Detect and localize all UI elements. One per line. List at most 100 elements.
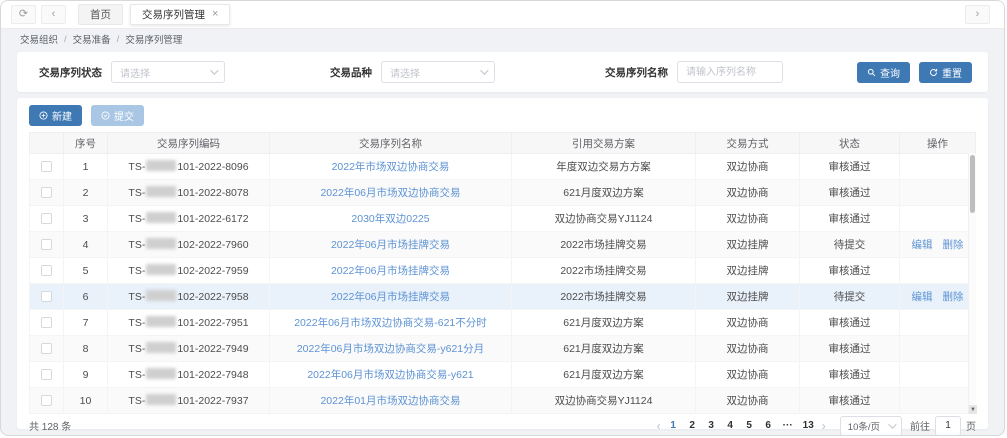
redacted-text [146,368,176,379]
status-select[interactable]: 请选择 [111,61,225,83]
breadcrumb-item[interactable]: 交易准备 [73,32,111,46]
row-checkbox[interactable] [41,343,52,354]
submit-button[interactable]: 提交 [91,105,144,126]
page-number[interactable]: 5 [745,420,754,431]
table-row: 10TS-101-2022-79372022年01月市场双边协商交易双边协商交易… [30,388,976,414]
table-row: 7TS-101-2022-79512022年06月市场双边协商交易-621不分时… [30,310,976,336]
sequence-name-link[interactable]: 2022年06月市场双边协商交易-y621 [307,369,473,381]
pagination: ‹ 123456···13 › 10条/页 前往 页 [657,416,976,436]
delete-link[interactable]: 删除 [943,239,964,251]
plan-cell: 621月度双边方案 [512,310,696,336]
variety-select[interactable]: 请选择 [381,61,495,83]
query-button[interactable]: 查询 [857,62,910,83]
page-number[interactable]: 13 [803,420,814,431]
page-size-select[interactable]: 10条/页 [840,416,902,436]
breadcrumb-item: 交易序列管理 [125,32,182,46]
close-icon[interactable]: × [212,9,218,20]
page-number[interactable]: 1 [669,420,678,431]
row-checkbox[interactable] [41,265,52,276]
plan-cell: 621月度双边方案 [512,180,696,206]
edit-link[interactable]: 编辑 [912,291,933,303]
row-index-cell: 3 [64,206,108,232]
sequence-name-link[interactable]: 2022年06月市场挂牌交易 [331,265,450,277]
row-checkbox-cell [30,180,64,206]
row-checkbox[interactable] [41,395,52,406]
scrollbar-thumb[interactable] [970,155,975,213]
sequence-name-cell: 2022年06月市场挂牌交易 [270,232,512,258]
refresh-button[interactable]: ⟳ [11,5,36,24]
table-header-row: 序号 交易序列编码 交易序列名称 引用交易方案 交易方式 状态 操作 [30,133,976,154]
redacted-text [146,290,176,301]
query-button-label: 查询 [880,65,900,80]
row-checkbox[interactable] [41,291,52,302]
operation-cell [900,154,976,180]
row-checkbox[interactable] [41,369,52,380]
redacted-text [146,212,176,223]
row-checkbox[interactable] [41,213,52,224]
table-row: 8TS-101-2022-79492022年06月市场双边协商交易-y621分月… [30,336,976,362]
page-number[interactable]: 2 [688,420,697,431]
plan-cell: 621月度双边方案 [512,336,696,362]
row-index-cell: 1 [64,154,108,180]
sequence-name-link[interactable]: 2022年06月市场双边协商交易-621不分时 [294,317,487,329]
row-checkbox-cell [30,284,64,310]
status-cell: 审核通过 [800,258,900,284]
sequence-code-cell: TS-101-2022-8078 [108,180,270,206]
sequence-name-link[interactable]: 2030年双边0225 [351,213,429,225]
sequence-code-cell: TS-102-2022-7960 [108,232,270,258]
prev-page-button[interactable]: ‹ [657,420,661,432]
status-cell: 待提交 [800,284,900,310]
header-status: 状态 [800,133,900,154]
vertical-scrollbar[interactable]: ▼ [968,153,976,414]
sequence-name-link[interactable]: 2022年06月市场双边协商交易-y621分月 [297,343,484,355]
plan-cell: 年度双边交易方方案 [512,154,696,180]
scroll-tabs-right-button[interactable]: › [965,5,990,24]
reset-button[interactable]: 重置 [919,62,972,83]
table-row: 5TS-102-2022-79592022年06月市场挂牌交易2022市场挂牌交… [30,258,976,284]
sequence-name-link[interactable]: 2022年06月市场双边协商交易 [320,187,460,199]
tab-home[interactable]: 首页 [78,4,123,25]
sequence-name-link[interactable]: 2022年01月市场双边协商交易 [320,395,460,407]
plan-cell: 621月度双边方案 [512,362,696,388]
redacted-text [146,342,176,353]
goto-page-input[interactable] [935,416,961,436]
plan-cell: 双边协商交易YJ1124 [512,206,696,232]
row-checkbox[interactable] [41,239,52,250]
page-ellipsis: ··· [783,420,793,431]
breadcrumb-item[interactable]: 交易组织 [20,32,58,46]
operation-cell [900,362,976,388]
next-page-button[interactable]: › [822,420,826,432]
goto-unit: 页 [966,418,976,433]
row-checkbox-cell [30,232,64,258]
sequence-name-link[interactable]: 2022年06月市场挂牌交易 [331,291,450,303]
new-button[interactable]: 新建 [29,105,82,126]
sequence-name-link[interactable]: 2022年市场双边协商交易 [332,161,450,173]
sequence-name-cell: 2022年01月市场双边协商交易 [270,388,512,414]
filter-panel: 交易序列状态 请选择 交易品种 请选择 交易序列名称 查询 重置 [17,52,988,92]
row-checkbox-cell [30,310,64,336]
plan-cell: 2022市场挂牌交易 [512,258,696,284]
row-checkbox[interactable] [41,187,52,198]
tab-transaction-sequence[interactable]: 交易序列管理 × [130,4,230,25]
page-number[interactable]: 4 [726,420,735,431]
table-toolbar: 新建 提交 [29,105,976,126]
edit-link[interactable]: 编辑 [912,239,933,251]
method-cell: 双边挂牌 [696,284,800,310]
scroll-tabs-left-button[interactable]: ‹ [41,5,66,24]
header-plan: 引用交易方案 [512,133,696,154]
row-index-cell: 6 [64,284,108,310]
row-checkbox[interactable] [41,317,52,328]
sequence-name-link[interactable]: 2022年06月市场挂牌交易 [331,239,450,251]
row-checkbox[interactable] [41,161,52,172]
page-number[interactable]: 3 [707,420,716,431]
scrollbar-down-arrow[interactable]: ▼ [969,405,977,414]
reset-button-label: 重置 [942,65,962,80]
sequence-name-input[interactable] [677,61,783,83]
method-cell: 双边挂牌 [696,258,800,284]
row-index-cell: 8 [64,336,108,362]
delete-link[interactable]: 删除 [943,291,964,303]
table-footer: 共 128 条 ‹ 123456···13 › 10条/页 前往 页 [29,414,976,436]
operation-cell: 编辑删除 [900,232,976,258]
table-row: 4TS-102-2022-79602022年06月市场挂牌交易2022市场挂牌交… [30,232,976,258]
page-number[interactable]: 6 [764,420,773,431]
